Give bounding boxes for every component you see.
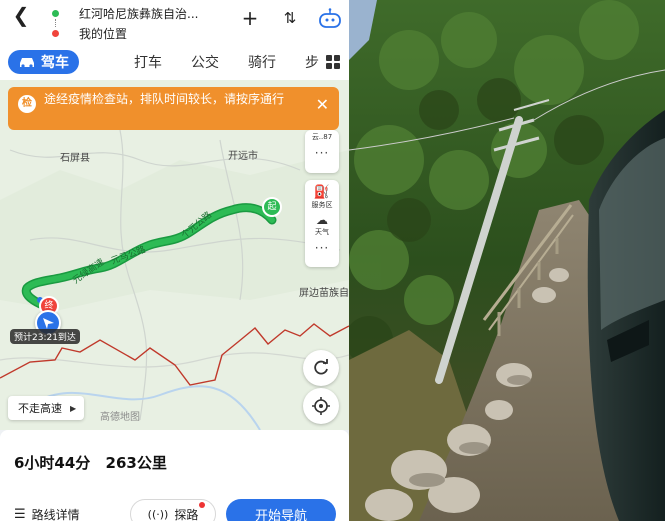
service-area-label: 服务区 [311,201,333,209]
weather-mini-panel[interactable]: 云..87 ··· [305,130,339,173]
avoid-highway-toggle[interactable]: 不走高速 ▶ [8,396,85,420]
more-icon[interactable]: ··· [305,146,339,160]
radar-icon: ((·)) [147,507,169,521]
start-marker-label: 起 [267,202,277,212]
back-arrow-icon[interactable]: ❮ [8,2,34,28]
origin-text: 我的位置 [79,26,128,41]
route-summary: 6小时44分 263公里 [14,452,177,473]
route-details-button[interactable]: ☰ 路线详情 [14,506,80,521]
service-area-button[interactable]: ⛽ 服务区 [305,180,339,210]
checkpoint-notice-banner: 检 途经疫情检查站，排队时间较长，请按序通行 ✕ [8,87,339,130]
travel-mode-tabs: 驾车 打车 公交 骑行 步 [0,44,349,80]
eta-badge: 预计23:21到达 [10,329,80,344]
destination-field[interactable]: 红河哈尼族彝族自治... [52,3,232,23]
place-label-shiping: 石屏县 [60,153,90,164]
photo-illustration [349,0,665,521]
avoid-highway-label: 不走高速 [18,402,62,415]
weather-label: 天气 [315,228,329,236]
origin-field[interactable]: 我的位置 [52,23,232,43]
start-navigation-button[interactable]: 开始导航 [226,499,336,521]
close-icon[interactable]: ✕ [316,96,329,113]
car-icon [20,58,34,68]
tab-drive[interactable]: 驾车 [8,50,79,74]
tab-taxi[interactable]: 打车 [134,52,162,72]
tab-walk[interactable]: 步 [305,52,319,72]
destination-text: 红河哈尼族彝族自治... [79,6,199,21]
origin-dot-icon [52,29,59,37]
place-label-pingbian: 屏边苗族自 [299,288,349,299]
map-tools-panel: ⛽ 服务区 ☁ 天气 ··· [305,180,339,267]
swap-icon[interactable]: ⇅ [277,5,303,31]
robot-assistant-icon[interactable] [317,5,343,31]
notice-text: 途经疫情检查站，排队时间较长，请按序通行 [44,92,285,106]
tab-bike[interactable]: 骑行 [248,52,276,72]
tab-drive-label: 驾车 [41,55,69,71]
start-marker[interactable]: 起 [262,197,282,217]
weather-button[interactable]: ☁ 天气 [305,210,339,237]
locate-button[interactable] [303,388,339,424]
place-label-kaiyuan: 开远市 [228,151,258,162]
map-watermark: 高德地图 [100,412,140,423]
cloud-icon: ☁ [316,213,328,227]
explore-route-button[interactable]: ((·)) 探路 [130,499,216,521]
gas-station-icon: ⛽ [313,185,331,200]
explore-label: 探路 [174,507,199,521]
navigation-app-screen: 个元公路 元绿高速 元马公路 石屏县 开远市 屏边苗族自 起 终 预计23:21… [0,0,349,521]
route-distance: 263公里 [105,454,167,472]
notification-dot [199,502,205,508]
dotted-connector [55,19,56,27]
play-triangle-icon: ▶ [70,403,77,413]
refresh-button[interactable] [303,350,339,386]
plus-icon[interactable]: + [237,5,263,31]
weather-mini-text: 云..87 [311,133,333,141]
list-icon: ☰ [14,507,26,521]
checkpoint-badge-icon: 检 [18,95,36,113]
tab-bus[interactable]: 公交 [191,52,219,72]
mountain-road-photo [349,0,665,521]
route-details-label: 路线详情 [31,508,80,521]
route-search-bar: ❮ 红河哈尼族彝族自治... 我的位置 + ⇅ [0,0,349,44]
route-endpoints: 红河哈尼族彝族自治... 我的位置 [52,3,232,43]
grid-icon[interactable] [325,54,341,70]
top-actions: + ⇅ [237,5,343,31]
route-summary-sheet: 6小时44分 263公里 ☰ 路线详情 ((·)) 探路 开始导航 [0,430,349,521]
locate-icon [312,397,330,415]
destination-dot-icon [52,9,59,17]
route-duration: 6小时44分 [14,454,91,472]
more-icon[interactable]: ··· [305,241,339,255]
refresh-icon [314,359,328,375]
